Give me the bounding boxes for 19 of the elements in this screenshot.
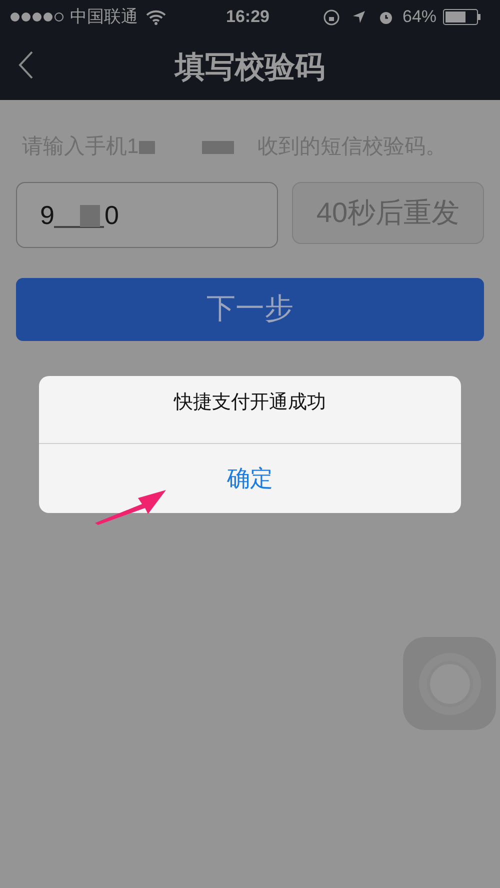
redaction-mark — [54, 202, 104, 228]
redaction-mark — [202, 140, 234, 154]
carrier: 中国联通 — [70, 6, 138, 28]
status-time: 16:29 — [226, 6, 270, 28]
next-button[interactable]: 下一步 — [16, 278, 484, 341]
field-value: 0 — [104, 198, 119, 232]
confirm-button[interactable]: 确定 — [39, 444, 461, 513]
alarm-icon — [378, 9, 394, 25]
location-icon — [352, 10, 366, 24]
battery-icon — [442, 9, 481, 25]
alert-message: 快捷支付开通成功 — [174, 391, 326, 416]
code-field[interactable]: 9 0 — [16, 182, 278, 248]
wifi-icon — [146, 10, 166, 24]
redaction-mark — [138, 140, 155, 154]
rotation-lock-icon — [323, 8, 340, 26]
signal-icon — [10, 12, 64, 22]
field-value: 9 — [40, 198, 54, 232]
page-title: 填写校验码 — [175, 50, 325, 86]
battery-percent: 64% — [402, 6, 437, 28]
